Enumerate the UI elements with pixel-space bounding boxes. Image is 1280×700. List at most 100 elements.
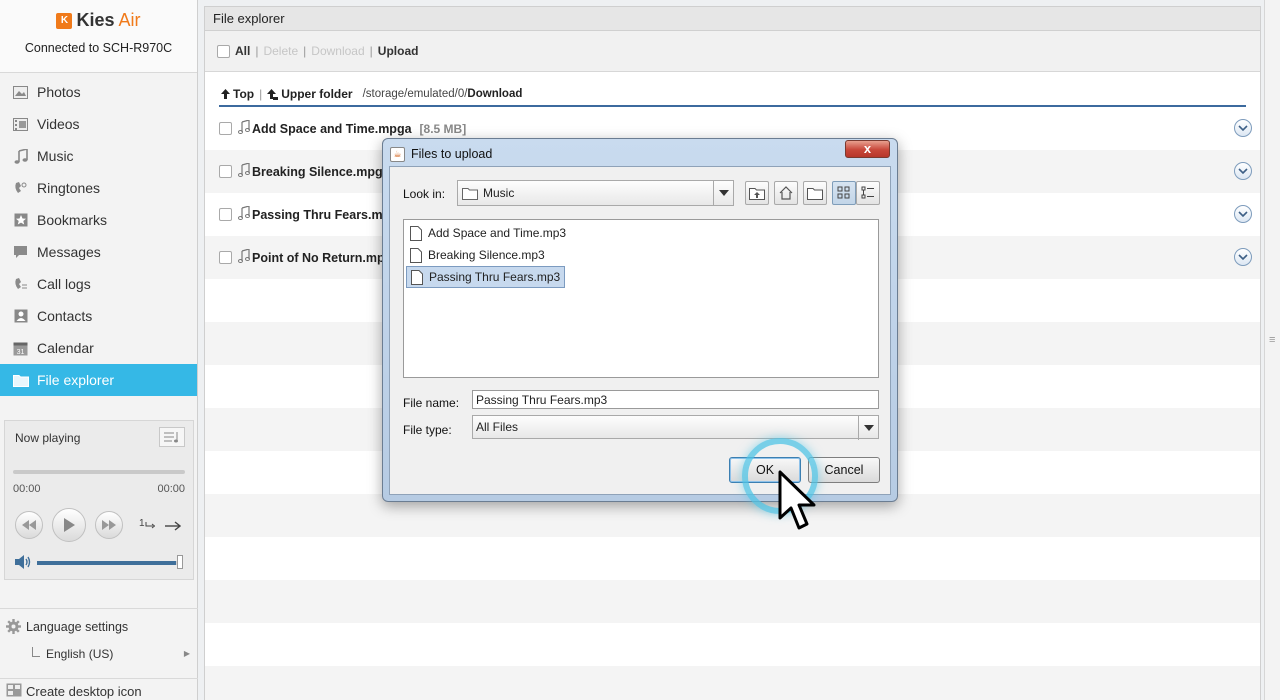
toolbar-separator: | [303,44,307,58]
volume-knob[interactable] [177,555,183,569]
app-logo: K Kies Air [56,10,141,31]
time-total: 00:00 [157,483,185,495]
sidebar-item-call-logs[interactable]: Call logs [0,268,197,300]
message-icon [12,245,29,260]
sidebar-item-contacts[interactable]: Contacts [0,300,197,332]
expand-row-button[interactable] [1234,205,1252,223]
playlist-icon[interactable] [159,427,185,447]
dialog-file-item[interactable]: Breaking Silence.mp3 [406,244,549,266]
repeat-one-icon [145,521,155,528]
breadcrumb-upper-folder-label: Upper folder [281,87,353,101]
dialog-file-list: Add Space and Time.mp3 Breaking Silence.… [403,219,879,378]
file-name: Breaking Silence.mpga [252,164,390,179]
new-folder-button[interactable] [803,181,827,205]
chevron-down-icon [1238,167,1248,174]
expand-row-button[interactable] [1234,162,1252,180]
delete-button[interactable]: Delete [263,44,298,58]
svg-text:31: 31 [17,349,25,356]
java-app-icon: ☕ [390,147,405,162]
document-icon [410,225,422,241]
file-type-value: All Files [476,420,519,434]
file-name-field[interactable] [472,390,879,409]
volume-icon[interactable] [14,555,32,572]
file-checkbox[interactable] [219,165,232,178]
volume-fill [37,561,177,565]
playback-progress-bar[interactable] [13,470,185,474]
cancel-button[interactable]: Cancel [808,457,880,483]
dialog-close-button[interactable]: x [845,140,890,158]
sidebar-item-videos[interactable]: Videos [0,108,197,140]
sidebar-item-label: Ringtones [37,180,101,196]
play-button[interactable] [52,508,86,542]
ringtone-icon [12,181,29,196]
select-all-checkbox[interactable] [217,44,230,58]
file-checkbox[interactable] [219,122,232,135]
music-file-icon [238,119,250,137]
upload-button[interactable]: Upload [378,44,419,58]
gear-icon [6,619,21,637]
file-name: Add Space and Time.mpga [252,121,412,136]
sidebar-item-music[interactable]: Music [0,140,197,172]
file-type-select[interactable]: All Files [472,415,879,440]
look-in-select[interactable]: Music [457,180,734,206]
breadcrumb: Top | Upper folder /storage/emulated/0/D… [219,83,1246,107]
breadcrumb-top[interactable]: Top [221,87,254,101]
sequential-icon [165,521,182,531]
resize-grip-icon[interactable]: ≡ [1269,334,1275,346]
tree-connector [32,647,40,657]
file-type-dropdown-arrow[interactable] [858,416,878,440]
breadcrumb-upper-folder[interactable]: Upper folder [267,87,353,101]
shuffle-button[interactable] [165,519,182,534]
window-edge: ≡ [1264,0,1280,700]
sidebar-item-label: Messages [37,244,101,260]
expand-row-button[interactable] [1234,119,1252,137]
expand-row-button[interactable] [1234,248,1252,266]
fast-forward-icon [102,520,116,530]
language-selector[interactable]: English (US) [46,647,113,661]
sidebar-item-label: Music [37,148,74,164]
file-name: Point of No Return.mpg [252,250,393,265]
files-to-upload-dialog: ☕ Files to upload x Look in: Music Add S… [382,138,898,502]
up-folder-icon [749,188,765,200]
create-desktop-icon-button[interactable]: Create desktop icon [0,678,198,700]
chevron-down-icon [1238,253,1248,260]
fast-forward-button[interactable] [95,511,123,539]
sidebar-item-ringtones[interactable]: Ringtones [0,172,197,204]
brand-name: Kies [76,10,115,30]
now-playing-panel: Now playing 00:00 00:00 1 [4,420,194,580]
sidebar-item-bookmarks[interactable]: Bookmarks [0,204,197,236]
empty-row [205,580,1260,623]
sidebar-item-calendar[interactable]: 31 Calendar [0,332,197,364]
breadcrumb-separator: | [259,87,263,101]
home-button[interactable] [774,181,798,205]
dialog-file-item-selected[interactable]: Passing Thru Fears.mp3 [406,266,566,288]
sidebar-item-label: Photos [37,84,81,100]
file-checkbox[interactable] [219,251,232,264]
empty-row [205,623,1260,666]
list-view-button[interactable] [832,181,856,205]
bookmark-icon [12,213,29,228]
repeat-one-button[interactable]: 1 [139,518,155,529]
chevron-right-icon: ▶ [183,649,190,658]
up-one-level-button[interactable] [745,181,769,205]
contact-icon [12,309,29,324]
look-in-dropdown-arrow[interactable] [713,181,733,205]
sidebar-item-photos[interactable]: Photos [0,76,197,108]
look-in-label: Look in: [403,187,446,201]
rewind-button[interactable] [15,511,43,539]
current-path: /storage/emulated/0/Download [363,88,523,100]
details-view-button[interactable] [856,181,880,205]
chevron-down-icon [863,425,874,431]
photo-icon [12,85,29,100]
select-all-label[interactable]: All [235,44,250,58]
sidebar-item-file-explorer[interactable]: File explorer [0,364,197,396]
volume-slider[interactable] [37,561,179,565]
dialog-file-item[interactable]: Add Space and Time.mp3 [406,222,570,244]
sidebar-item-messages[interactable]: Messages [0,236,197,268]
call-log-icon [12,277,29,292]
empty-row [205,537,1260,580]
now-playing-title: Now playing [15,431,81,445]
file-checkbox[interactable] [219,208,232,221]
download-button[interactable]: Download [311,44,364,58]
file-type-label: File type: [403,423,452,437]
